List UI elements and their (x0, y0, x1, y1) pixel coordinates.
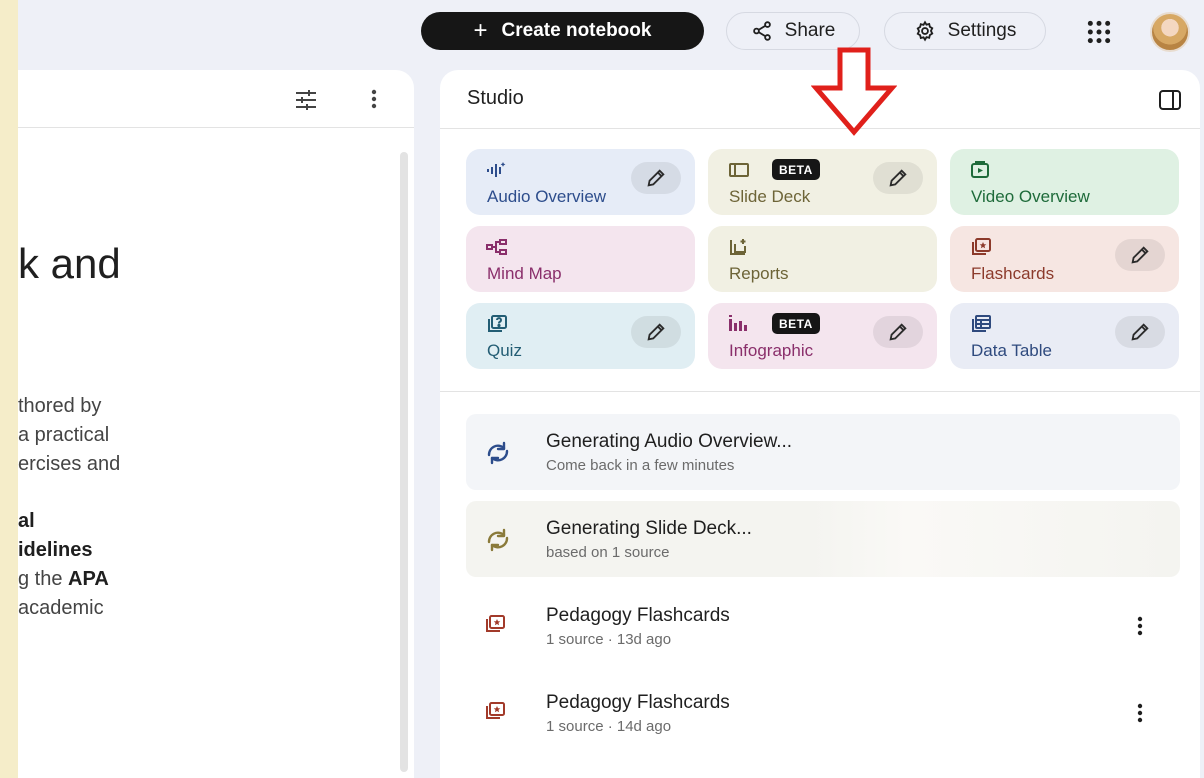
summary-line: academic (18, 597, 104, 619)
share-icon (752, 21, 771, 41)
studio-title: Studio (467, 87, 524, 109)
edit-button[interactable] (873, 316, 923, 348)
notebook-app: + Create notebook Share Settings k and t… (18, 0, 1204, 778)
apps-grid-icon[interactable] (1086, 19, 1112, 45)
pencil-icon (647, 169, 665, 187)
studio-tile-label: Mind Map (487, 264, 562, 283)
pencil-icon (1131, 246, 1149, 264)
edit-button[interactable] (631, 162, 681, 194)
share-label: Share (784, 20, 836, 41)
more-vert-icon[interactable] (1130, 700, 1150, 726)
beta-badge: BETA (772, 313, 820, 334)
result-title: Generating Audio Overview... (546, 431, 793, 452)
studio-tile-slide-deck[interactable]: BETA Slide Deck (708, 149, 937, 215)
result-title: Pedagogy Flashcards (546, 692, 730, 713)
studio-tile-quiz[interactable]: Quiz (466, 303, 695, 369)
pencil-icon (647, 323, 665, 341)
gear-icon (916, 20, 934, 42)
result-subtitle: based on 1 source (546, 544, 670, 561)
pencil-icon (1131, 323, 1149, 341)
flashcards-icon (484, 615, 512, 639)
data-table-icon (970, 315, 991, 333)
result-title: Pedagogy Flashcards (546, 605, 730, 626)
summary-bold-line: al (18, 510, 35, 532)
reports-icon (728, 238, 748, 256)
studio-tile-label: Audio Overview (487, 187, 607, 206)
summary-title-fragment: k and (18, 240, 121, 287)
flashcards-icon (484, 702, 512, 726)
summary-line: g the APA (18, 568, 109, 590)
left-panel-header (18, 70, 414, 128)
studio-tile-label: Reports (729, 264, 789, 283)
studio-tile-audio-overview[interactable]: Audio Overview (466, 149, 695, 215)
plus-icon: + (473, 17, 488, 44)
studio-tile-reports[interactable]: Reports (708, 226, 937, 292)
edit-button[interactable] (873, 162, 923, 194)
left-scrollbar[interactable] (400, 152, 408, 772)
result-subtitle: 1 source · 13d ago (546, 631, 672, 648)
sync-icon (484, 441, 512, 465)
studio-tile-label: Infographic (729, 341, 814, 360)
more-vert-icon[interactable] (362, 87, 386, 111)
studio-tile-label: Quiz (487, 341, 522, 360)
studio-tile-label: Slide Deck (729, 187, 811, 206)
result-subtitle: 1 source · 14d ago (546, 718, 672, 735)
beta-badge: BETA (772, 159, 820, 180)
summary-line: thored by (18, 395, 102, 417)
flashcards-icon (970, 238, 991, 256)
summary-line: ercises and (18, 453, 121, 475)
result-subtitle: Come back in a few minutes (546, 457, 735, 474)
summary-line: a practical (18, 424, 110, 446)
pencil-icon (889, 169, 907, 187)
source-guide-panel: k and thored by a practical ercises and … (18, 70, 414, 778)
share-button[interactable]: Share (726, 12, 860, 50)
audio-waveform-icon (486, 161, 506, 179)
mind-map-icon (486, 238, 507, 256)
studio-tile-data-table[interactable]: Data Table (950, 303, 1179, 369)
tune-icon[interactable] (294, 89, 318, 111)
create-notebook-button[interactable]: + Create notebook (421, 12, 704, 50)
collapse-panel-icon[interactable] (1158, 89, 1182, 111)
slides-icon (728, 161, 749, 179)
more-vert-icon[interactable] (1130, 613, 1150, 639)
edit-button[interactable] (1115, 239, 1165, 271)
pencil-icon (889, 323, 907, 341)
annotation-arrow-icon (811, 47, 897, 136)
studio-panel: Studio Audio Overview BETA Slide Deck Video… (440, 70, 1200, 778)
infographic-icon (728, 315, 748, 333)
sync-icon (484, 528, 512, 552)
studio-result-item[interactable]: Generating Audio Overview... Come back in… (466, 414, 1180, 490)
studio-tile-mind-map[interactable]: Mind Map (466, 226, 695, 292)
edit-button[interactable] (631, 316, 681, 348)
quiz-icon (486, 315, 507, 333)
summary-bold-line: idelines (18, 539, 93, 561)
video-icon (970, 161, 990, 179)
settings-button[interactable]: Settings (884, 12, 1046, 50)
studio-tile-label: Data Table (971, 341, 1052, 360)
result-title: Generating Slide Deck... (546, 518, 752, 539)
edit-button[interactable] (1115, 316, 1165, 348)
studio-tile-flashcards[interactable]: Flashcards (950, 226, 1179, 292)
create-notebook-label: Create notebook (501, 20, 652, 41)
studio-tile-infographic[interactable]: BETA Infographic (708, 303, 937, 369)
studio-tile-label: Video Overview (971, 187, 1090, 206)
studio-tile-video-overview[interactable]: Video Overview (950, 149, 1179, 215)
studio-result-item[interactable]: Pedagogy Flashcards 1 source · 14d ago (466, 675, 1180, 751)
divider (440, 391, 1200, 392)
settings-label: Settings (947, 20, 1017, 41)
user-avatar[interactable] (1150, 12, 1190, 52)
studio-result-item[interactable]: Generating Slide Deck... based on 1 sourc… (466, 501, 1180, 577)
studio-tile-label: Flashcards (971, 264, 1055, 283)
studio-result-item[interactable]: Pedagogy Flashcards 1 source · 13d ago (466, 588, 1180, 664)
